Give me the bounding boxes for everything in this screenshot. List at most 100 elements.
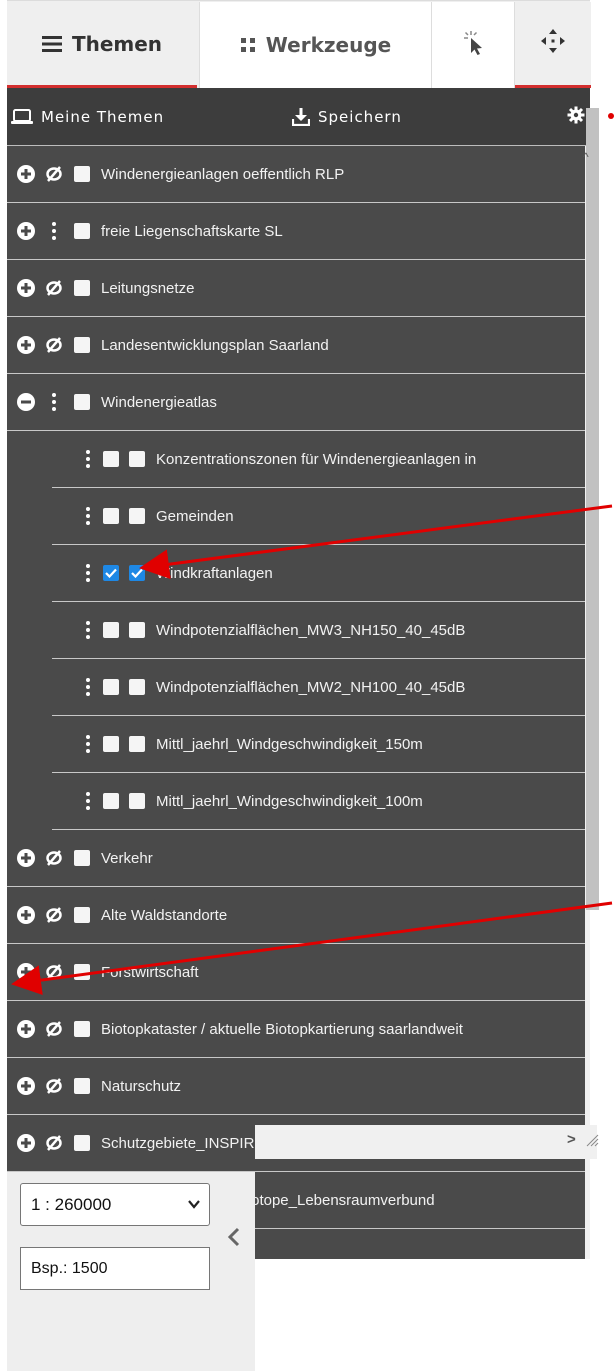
eye-slash-icon[interactable] xyxy=(39,907,69,923)
layer-row[interactable]: Landesentwicklungsplan Saarland xyxy=(7,317,585,374)
layer-checkbox[interactable] xyxy=(74,280,90,296)
resize-grip-icon[interactable] xyxy=(585,1133,599,1152)
eye-slash-icon[interactable] xyxy=(39,964,69,980)
expand-plus-icon[interactable] xyxy=(13,1077,39,1095)
expand-plus-icon[interactable] xyxy=(13,849,39,867)
sublayer-query-checkbox[interactable] xyxy=(129,622,145,638)
sublayer-query-checkbox[interactable] xyxy=(129,451,145,467)
horizontal-scrollbar[interactable] xyxy=(255,1125,597,1159)
sublayer-label: Gemeinden xyxy=(156,507,234,525)
sublayer-label: Mittl_jaehrl_Windgeschwindigkeit_100m xyxy=(156,792,423,810)
layer-list: Windenergieanlagen oeffentlich RLP freie… xyxy=(7,146,585,1229)
tab-werkzeuge-label: Werkzeuge xyxy=(265,33,392,57)
sublayer-query-checkbox[interactable] xyxy=(129,508,145,524)
expand-plus-icon[interactable] xyxy=(13,165,39,183)
layer-label: Biotopkataster / aktuelle Biotopkartieru… xyxy=(101,1020,463,1038)
layer-checkbox[interactable] xyxy=(74,964,90,980)
expand-plus-icon[interactable] xyxy=(13,222,39,240)
layer-row[interactable]: Naturschutz xyxy=(7,1058,585,1115)
tab-themen[interactable]: Themen xyxy=(7,2,197,88)
eye-slash-icon[interactable] xyxy=(39,1078,69,1094)
tab-werkzeuge[interactable]: Werkzeuge xyxy=(199,2,432,88)
sublayer-query-checkbox[interactable] xyxy=(129,565,145,581)
scrollbar-thumb[interactable] xyxy=(586,108,599,910)
sublayer-row[interactable]: Konzentrationszonen für Windenergieanlag… xyxy=(52,431,585,488)
scale-select[interactable]: 1 : 260000 xyxy=(20,1183,210,1226)
layer-row[interactable]: Forstwirtschaft xyxy=(7,944,585,1001)
sublayer-visible-checkbox[interactable] xyxy=(103,736,119,752)
tab-themen-label: Themen xyxy=(71,31,163,56)
layer-label: Windenergieatlas xyxy=(101,393,217,411)
sublayer-query-checkbox[interactable] xyxy=(129,736,145,752)
kebab-menu-icon[interactable] xyxy=(78,507,98,525)
layer-checkbox[interactable] xyxy=(74,850,90,866)
layer-checkbox[interactable] xyxy=(74,1078,90,1094)
sublayer-row[interactable]: Mittl_jaehrl_Windgeschwindigkeit_150m xyxy=(52,716,585,773)
tab-bar: Themen Werkzeuge xyxy=(7,0,591,89)
sublayer-row[interactable]: Windpotenzialflächen_MW2_NH100_40_45dB xyxy=(52,659,585,716)
kebab-menu-icon[interactable] xyxy=(78,678,98,696)
layer-checkbox[interactable] xyxy=(74,1135,90,1151)
tab-move[interactable] xyxy=(515,2,591,88)
kebab-menu-icon[interactable] xyxy=(39,222,69,240)
eye-slash-icon[interactable] xyxy=(39,337,69,353)
layer-checkbox[interactable] xyxy=(74,223,90,239)
layer-row[interactable]: Windenergieanlagen oeffentlich RLP xyxy=(7,146,585,203)
collapse-panel-icon[interactable] xyxy=(227,1226,241,1253)
hamburger-icon xyxy=(41,35,62,52)
sublayer-visible-checkbox[interactable] xyxy=(103,622,119,638)
layer-checkbox[interactable] xyxy=(74,394,90,410)
sublayer-visible-checkbox[interactable] xyxy=(103,451,119,467)
layer-row[interactable]: Alte Waldstandorte xyxy=(7,887,585,944)
layer-checkbox[interactable] xyxy=(74,166,90,182)
layer-row[interactable]: Verkehr xyxy=(7,830,585,887)
collapse-minus-icon[interactable] xyxy=(13,393,39,411)
kebab-menu-icon[interactable] xyxy=(78,792,98,810)
chevron-down-icon xyxy=(187,1196,201,1216)
layer-row-expanded[interactable]: Windenergieatlas xyxy=(7,374,585,431)
layer-checkbox[interactable] xyxy=(74,1021,90,1037)
kebab-menu-icon[interactable] xyxy=(78,564,98,582)
scroll-right-icon[interactable]: > xyxy=(567,1131,576,1148)
expand-plus-icon[interactable] xyxy=(13,336,39,354)
layer-row[interactable]: Leitungsnetze xyxy=(7,260,585,317)
expand-plus-icon[interactable] xyxy=(13,279,39,297)
sublayer-row[interactable]: Mittl_jaehrl_Windgeschwindigkeit_100m xyxy=(52,773,585,830)
kebab-menu-icon[interactable] xyxy=(78,450,98,468)
scale-input[interactable]: Bsp.: 1500 xyxy=(20,1247,210,1290)
sublayer-row[interactable]: Gemeinden xyxy=(52,488,585,545)
kebab-menu-icon[interactable] xyxy=(78,621,98,639)
tab-select[interactable] xyxy=(432,2,515,88)
sublayer-row[interactable]: Windkraftanlagen xyxy=(52,545,585,602)
kebab-menu-icon[interactable] xyxy=(78,735,98,753)
sublayer-label: Windkraftanlagen xyxy=(156,564,273,582)
scroll-up-icon[interactable]: ^ xyxy=(583,150,589,164)
expand-plus-icon[interactable] xyxy=(13,963,39,981)
sublayer-visible-checkbox[interactable] xyxy=(103,508,119,524)
download-icon xyxy=(292,107,310,126)
expand-plus-icon[interactable] xyxy=(13,906,39,924)
sublayer-visible-checkbox[interactable] xyxy=(103,793,119,809)
sublayer-visible-checkbox[interactable] xyxy=(103,565,119,581)
eye-slash-icon[interactable] xyxy=(39,166,69,182)
eye-slash-icon[interactable] xyxy=(39,1135,69,1151)
save-button[interactable]: Speichern xyxy=(292,88,402,145)
sublayer-visible-checkbox[interactable] xyxy=(103,679,119,695)
eye-slash-icon[interactable] xyxy=(39,280,69,296)
kebab-menu-icon[interactable] xyxy=(39,393,69,411)
eye-slash-icon[interactable] xyxy=(39,1021,69,1037)
layer-checkbox[interactable] xyxy=(74,337,90,353)
layer-label: Alte Waldstandorte xyxy=(101,906,228,924)
themes-panel: Meine Themen Speichern Windenergieanlage… xyxy=(7,88,590,1259)
layer-row[interactable]: Biotopkataster / aktuelle Biotopkartieru… xyxy=(7,1001,585,1058)
my-themes-button[interactable]: Meine Themen xyxy=(11,88,164,145)
layer-row[interactable]: freie Liegenschaftskarte SL xyxy=(7,203,585,260)
sublayer-row[interactable]: Windpotenzialflächen_MW3_NH150_40_45dB xyxy=(52,602,585,659)
expand-plus-icon[interactable] xyxy=(13,1020,39,1038)
sublayer-query-checkbox[interactable] xyxy=(129,793,145,809)
expand-plus-icon[interactable] xyxy=(13,1134,39,1152)
settings-button[interactable] xyxy=(567,88,585,145)
sublayer-query-checkbox[interactable] xyxy=(129,679,145,695)
eye-slash-icon[interactable] xyxy=(39,850,69,866)
layer-checkbox[interactable] xyxy=(74,907,90,923)
